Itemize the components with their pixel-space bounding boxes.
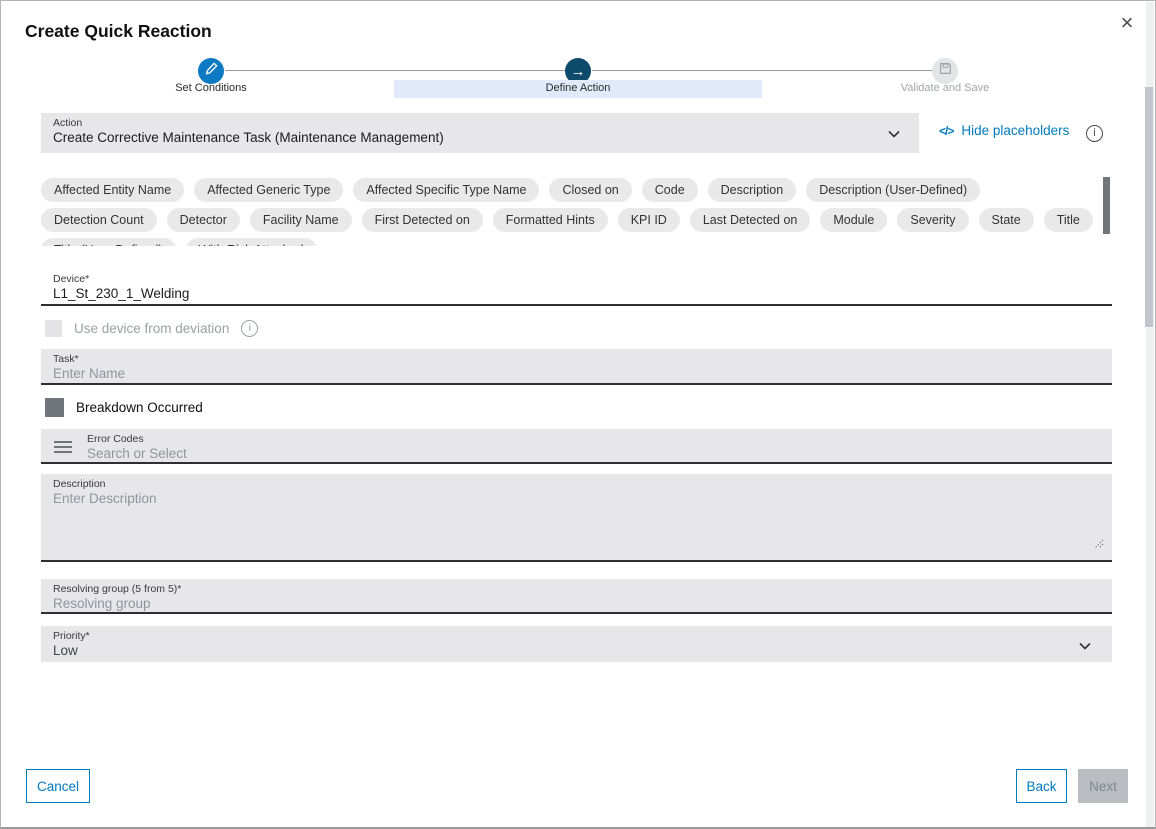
next-button: Next (1078, 769, 1128, 803)
close-icon[interactable]: × (1113, 9, 1141, 37)
stepper-connector (592, 70, 932, 71)
device-field-label: Device* (53, 273, 89, 285)
breakdown-checkbox-row[interactable]: Breakdown Occurred (45, 398, 203, 417)
cancel-button[interactable]: Cancel (26, 769, 90, 803)
placeholder-chip[interactable]: Detector (167, 208, 240, 232)
placeholder-chip[interactable]: KPI ID (618, 208, 680, 232)
breakdown-checkbox-label: Breakdown Occurred (76, 400, 203, 415)
list-menu-icon[interactable] (54, 441, 72, 453)
stepper-connector (225, 70, 565, 71)
placeholder-chip[interactable]: Facility Name (250, 208, 352, 232)
placeholder-chip[interactable]: Affected Generic Type (194, 178, 343, 202)
step-label-define-action: Define Action (394, 82, 762, 94)
placeholder-chip[interactable]: Last Detected on (690, 208, 811, 232)
action-select-value: Create Corrective Maintenance Task (Main… (53, 130, 444, 145)
dialog-scrollbar-track[interactable] (1146, 2, 1154, 827)
placeholder-chip[interactable]: Affected Specific Type Name (353, 178, 539, 202)
description-label: Description (53, 478, 106, 490)
resize-handle-icon[interactable] (1094, 536, 1104, 554)
placeholder-chip[interactable]: Detection Count (41, 208, 157, 232)
placeholder-chip[interactable]: Description (User-Defined) (806, 178, 980, 202)
info-icon[interactable]: i (1086, 125, 1103, 142)
chevron-down-icon (887, 127, 901, 141)
chevron-down-icon (1078, 639, 1092, 653)
use-device-checkbox-label: Use device from deviation (74, 321, 229, 336)
active-step-highlight: Define Action (394, 80, 762, 98)
device-field[interactable]: Device* (41, 269, 1112, 306)
description-textarea[interactable] (53, 491, 1064, 551)
back-button[interactable]: Back (1016, 769, 1067, 803)
task-field[interactable]: Task* (41, 349, 1112, 385)
hide-placeholders-label: Hide placeholders (961, 123, 1069, 138)
action-select-label: Action (53, 117, 82, 129)
step-label-set-conditions: Set Conditions (111, 82, 311, 94)
resolving-group-input[interactable] (53, 596, 1064, 611)
placeholder-chip[interactable]: With Risk Attached (186, 238, 317, 246)
placeholder-chip[interactable]: Module (820, 208, 887, 232)
save-icon (939, 62, 952, 80)
priority-label: Priority* (53, 630, 90, 642)
resolving-group-label: Resolving group (5 from 5)* (53, 583, 181, 595)
placeholder-chip[interactable]: Formatted Hints (493, 208, 608, 232)
priority-value: Low (53, 643, 78, 658)
use-device-checkbox-row: Use device from deviation i (45, 320, 258, 337)
pencil-icon (205, 62, 218, 80)
placeholder-chip[interactable]: Affected Entity Name (41, 178, 184, 202)
placeholder-chip[interactable]: First Detected on (362, 208, 483, 232)
step-set-conditions[interactable] (198, 58, 224, 84)
task-input[interactable] (53, 366, 1064, 381)
step-validate-and-save[interactable] (932, 58, 958, 84)
description-field[interactable]: Description (41, 474, 1112, 562)
arrow-right-icon: → (571, 63, 586, 80)
error-codes-field[interactable]: Error Codes (41, 429, 1112, 464)
chips-scrollbar-thumb[interactable] (1103, 177, 1110, 234)
create-quick-reaction-dialog: Create Quick Reaction × → Set Conditions… (0, 0, 1156, 829)
placeholder-chip[interactable]: Title (User-Defined) (41, 238, 176, 246)
placeholder-chip[interactable]: Severity (897, 208, 968, 232)
placeholder-chip[interactable]: State (979, 208, 1034, 232)
dialog-title: Create Quick Reaction (25, 21, 212, 42)
dialog-scrollbar-thumb[interactable] (1145, 87, 1153, 327)
error-codes-input[interactable] (87, 446, 1098, 461)
resolving-group-field[interactable]: Resolving group (5 from 5)* (41, 579, 1112, 614)
info-icon[interactable]: i (241, 320, 258, 337)
placeholder-chip[interactable]: Title (1044, 208, 1093, 232)
placeholder-chip[interactable]: Closed on (549, 178, 631, 202)
step-label-validate-and-save: Validate and Save (845, 82, 1045, 94)
placeholder-chip[interactable]: Description (708, 178, 797, 202)
breakdown-checkbox[interactable] (45, 398, 64, 417)
action-select[interactable]: Action Create Corrective Maintenance Tas… (41, 113, 919, 153)
placeholder-chips: Affected Entity Name Affected Generic Typ… (41, 178, 1097, 246)
hide-placeholders-toggle[interactable]: </> Hide placeholders (939, 123, 1069, 138)
error-codes-label: Error Codes (87, 433, 144, 445)
use-device-checkbox (45, 320, 62, 337)
code-icon: </> (939, 124, 953, 138)
device-input[interactable] (53, 286, 1064, 301)
priority-select[interactable]: Priority* Low (41, 626, 1112, 662)
placeholder-chip[interactable]: Code (642, 178, 698, 202)
task-field-label: Task* (53, 353, 79, 365)
